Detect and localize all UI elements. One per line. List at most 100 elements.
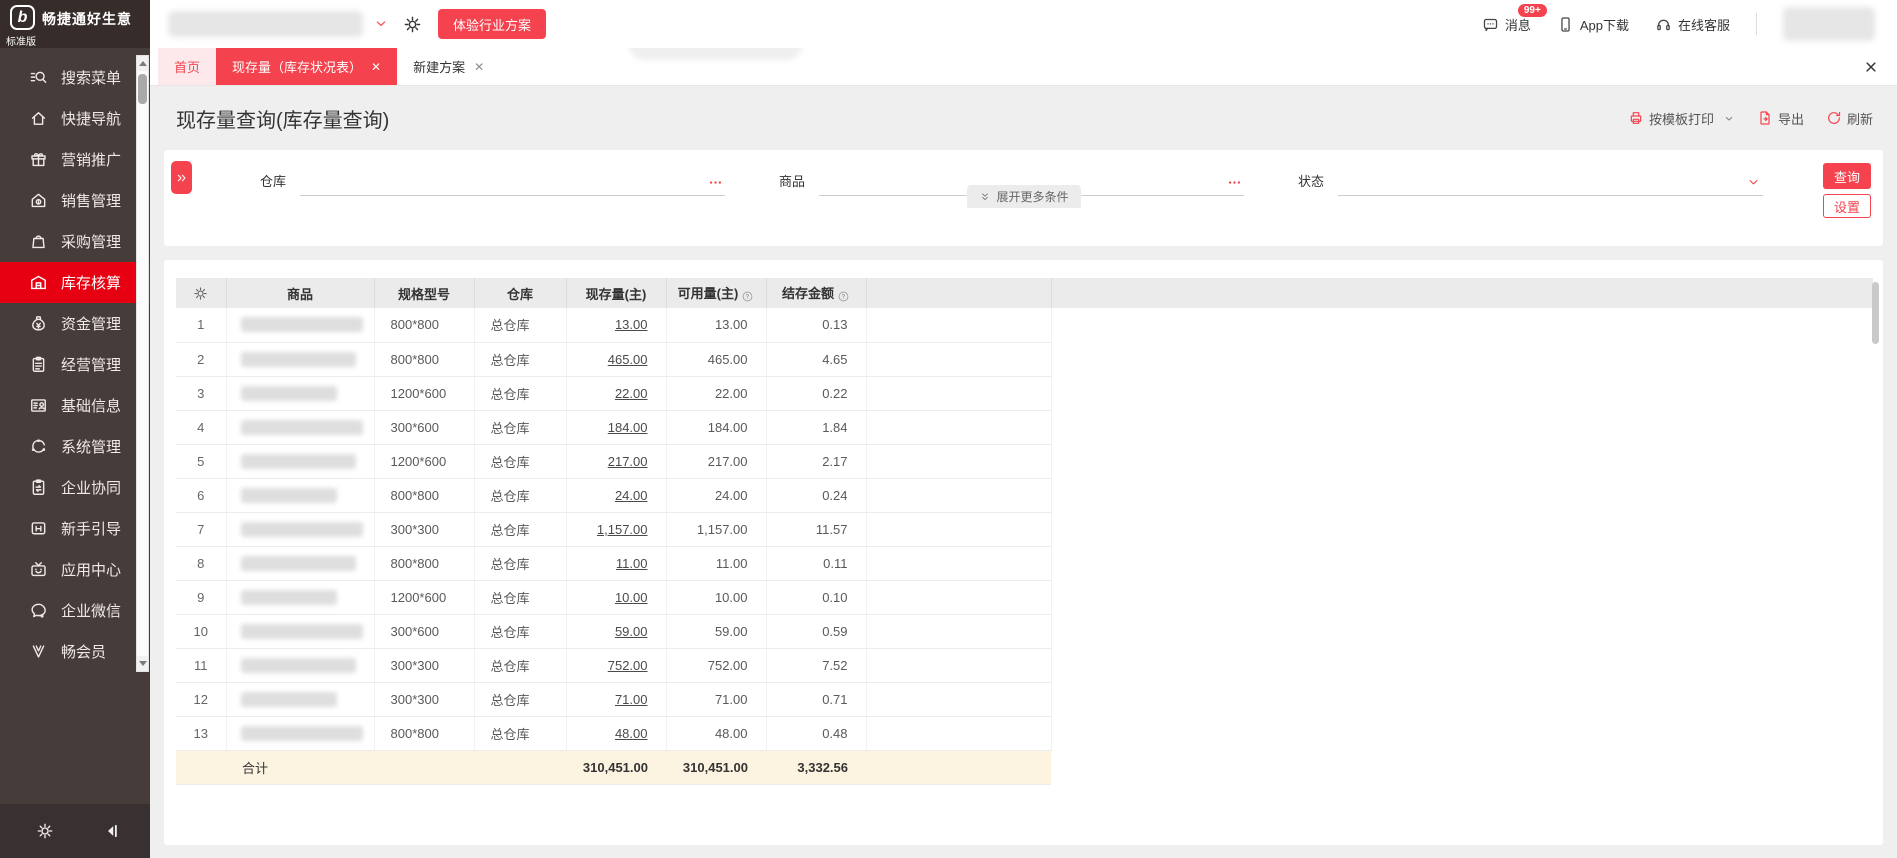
table-row: 6 800*800 总仓库 24.00 24.00 0.24 xyxy=(176,478,1873,513)
warehouse-filter-input[interactable] xyxy=(300,170,725,196)
content-area: 现存量查询(库存量查询) 按模板打印 导出 刷新 仓库 商品 状态 查询 设置 … xyxy=(150,86,1897,858)
stock-qty-link[interactable]: 11.00 xyxy=(616,556,648,571)
export-button[interactable]: 导出 xyxy=(1757,109,1804,128)
query-button[interactable]: 查询 xyxy=(1823,163,1871,189)
help-icon[interactable] xyxy=(837,288,850,303)
sidebar-item[interactable]: 采购管理 xyxy=(0,221,150,262)
stock-qty-cell: 11.00 xyxy=(566,546,667,581)
row-pad xyxy=(866,648,1052,683)
stock-qty-link[interactable]: 217.00 xyxy=(608,454,648,469)
tab-close-icon[interactable]: ✕ xyxy=(371,61,381,73)
col-spec[interactable]: 规格型号 xyxy=(374,278,475,308)
row-number: 9 xyxy=(176,580,227,615)
sidebar-item-label: 企业协同 xyxy=(61,480,122,497)
scrollbar-thumb[interactable] xyxy=(138,74,147,104)
sidebar-item[interactable]: 基础信息 xyxy=(0,385,150,426)
sidebar-item[interactable]: 库存核算 xyxy=(0,262,150,303)
redacted-product-text xyxy=(240,657,356,673)
collapse-sidebar-icon[interactable] xyxy=(102,822,120,840)
experience-solution-button[interactable]: 体验行业方案 xyxy=(438,9,547,39)
col-available-qty[interactable]: 可用量(主) xyxy=(666,278,767,308)
product-cell xyxy=(226,342,375,377)
settings-gear-icon[interactable] xyxy=(36,822,54,840)
close-all-icon[interactable] xyxy=(1863,58,1879,75)
row-filler xyxy=(1051,716,1873,750)
sidebar-item[interactable]: 资金管理 xyxy=(0,303,150,344)
scroll-up-arrow-icon[interactable] xyxy=(137,56,148,71)
print-by-template-button[interactable]: 按模板打印 xyxy=(1628,109,1735,128)
settings-button[interactable]: 设置 xyxy=(1823,194,1871,218)
stock-qty-link[interactable]: 13.00 xyxy=(615,317,648,332)
tab-close-icon[interactable]: ✕ xyxy=(474,61,484,73)
col-warehouse[interactable]: 仓库 xyxy=(474,278,567,308)
sidebar: b 畅捷通好生意 标准版 搜索菜单 快捷导航 营销推广 销售管理 采购管理 库存… xyxy=(0,0,150,858)
table-scrollbar-thumb[interactable] xyxy=(1872,282,1879,344)
stock-qty-link[interactable]: 48.00 xyxy=(615,726,648,741)
refresh-button[interactable]: 刷新 xyxy=(1826,109,1873,128)
sidebar-item[interactable]: 应用中心 xyxy=(0,549,150,590)
sidebar-item[interactable]: 快捷导航 xyxy=(0,98,150,139)
sidebar-item[interactable]: 营销推广 xyxy=(0,139,150,180)
ellipsis-picker-icon[interactable] xyxy=(708,174,723,190)
stock-qty-link[interactable]: 465.00 xyxy=(608,352,648,367)
warehouse-cell: 总仓库 xyxy=(474,512,567,547)
available-qty-cell: 10.00 xyxy=(666,580,767,615)
filter-expander-button[interactable] xyxy=(171,161,192,194)
available-qty-cell: 184.00 xyxy=(666,410,767,445)
sidebar-item[interactable]: 新手引导 xyxy=(0,508,150,549)
balance-amount-cell: 4.65 xyxy=(766,342,867,377)
sidebar-item[interactable]: 畅会员 xyxy=(0,631,150,672)
redacted-product-text xyxy=(240,555,356,571)
stock-qty-link[interactable]: 22.00 xyxy=(615,386,648,401)
help-icon[interactable] xyxy=(741,288,754,303)
redacted-product-text xyxy=(240,725,363,741)
stock-qty-cell: 71.00 xyxy=(566,682,667,717)
company-chevron-down-icon[interactable] xyxy=(373,16,389,33)
table-row: 1 800*800 总仓库 13.00 13.00 0.13 xyxy=(176,308,1873,343)
stock-qty-link[interactable]: 184.00 xyxy=(608,420,648,435)
column-settings-header[interactable] xyxy=(176,278,227,308)
online-service-entry[interactable]: 在线客服 xyxy=(1655,15,1730,34)
stock-qty-link[interactable]: 10.00 xyxy=(615,590,648,605)
expand-more-conditions-button[interactable]: 展开更多条件 xyxy=(966,185,1081,208)
tab-new-plan[interactable]: 新建方案 ✕ xyxy=(397,48,501,85)
sidebar-item[interactable]: 企业微信 xyxy=(0,590,150,631)
balance-amount-cell: 7.52 xyxy=(766,648,867,683)
row-pad xyxy=(866,478,1052,513)
stock-qty-link[interactable]: 59.00 xyxy=(615,624,648,639)
chevron-down-icon[interactable] xyxy=(1746,174,1761,190)
tab-home[interactable]: 首页 xyxy=(158,48,217,85)
redacted-company-name[interactable] xyxy=(168,11,363,37)
sidebar-scrollbar[interactable] xyxy=(136,55,149,672)
scroll-down-arrow-icon[interactable] xyxy=(137,656,148,671)
col-balance-amount[interactable]: 结存金额 xyxy=(766,278,867,308)
stock-qty-link[interactable]: 752.00 xyxy=(608,658,648,673)
sidebar-item[interactable]: 销售管理 xyxy=(0,180,150,221)
col-product[interactable]: 商品 xyxy=(226,278,375,308)
sidebar-item[interactable]: 经营管理 xyxy=(0,344,150,385)
sidebar-item[interactable]: 搜索菜单 xyxy=(0,57,150,98)
redacted-product-text xyxy=(240,691,337,707)
available-qty-cell: 217.00 xyxy=(666,444,767,479)
sidebar-item[interactable]: 系统管理 xyxy=(0,426,150,467)
stock-qty-link[interactable]: 71.00 xyxy=(615,692,648,707)
idcard-icon xyxy=(29,396,48,415)
print-chevron-down-icon[interactable] xyxy=(1723,111,1735,126)
gift-icon xyxy=(29,150,48,169)
messages-entry[interactable]: 消息 99+ xyxy=(1482,3,1547,34)
topbar-gear-icon[interactable] xyxy=(403,15,422,34)
tab-current-stock[interactable]: 现存量（库存状况表） ✕ xyxy=(216,48,398,85)
column-settings-gear-icon[interactable] xyxy=(193,286,208,301)
stock-qty-cell: 59.00 xyxy=(566,614,667,649)
stock-qty-link[interactable]: 1,157.00 xyxy=(597,522,648,537)
status-filter-select[interactable] xyxy=(1338,170,1763,196)
redacted-user-info[interactable] xyxy=(1783,7,1875,41)
sidebar-item[interactable]: 企业协同 xyxy=(0,467,150,508)
available-qty-cell: 48.00 xyxy=(666,716,767,751)
app-download-entry[interactable]: App下载 xyxy=(1557,15,1629,34)
ellipsis-picker-icon[interactable] xyxy=(1227,174,1242,190)
col-stock-qty[interactable]: 现存量(主) xyxy=(566,278,667,308)
redacted-product-text xyxy=(240,521,363,537)
redacted-product-text xyxy=(240,351,356,367)
stock-qty-link[interactable]: 24.00 xyxy=(615,488,648,503)
